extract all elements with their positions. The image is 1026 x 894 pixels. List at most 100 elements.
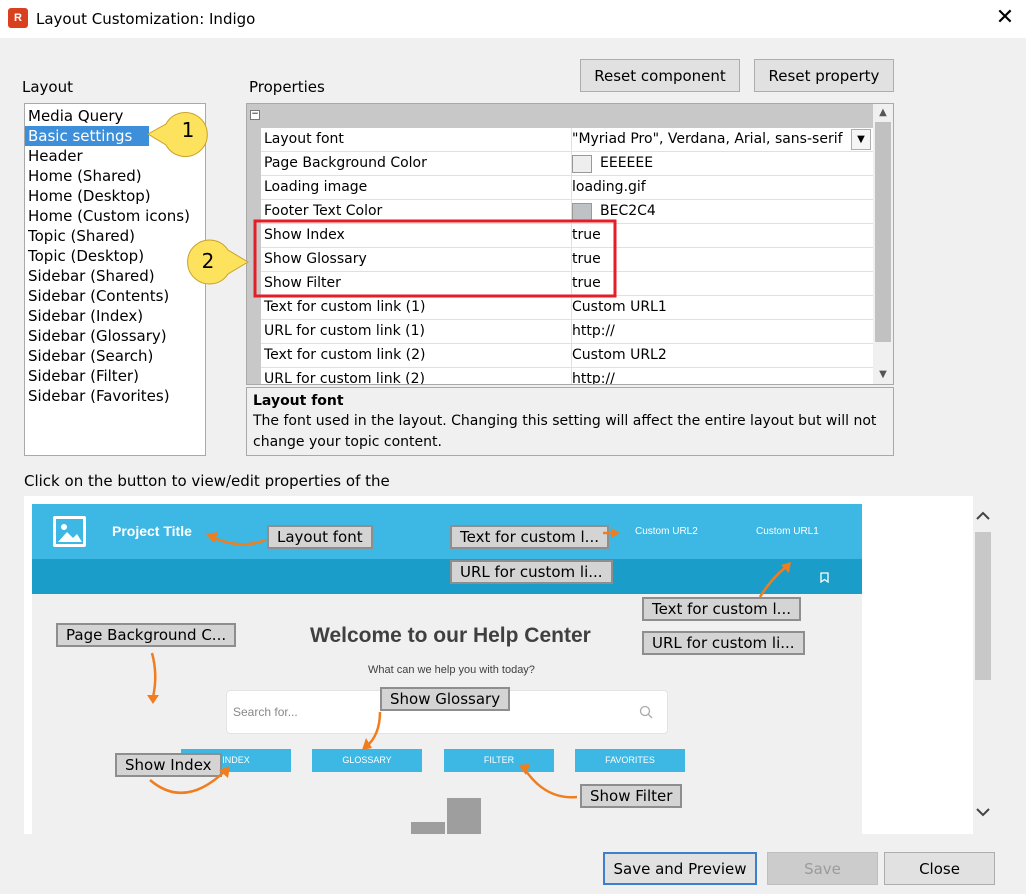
layout-label: Layout (22, 78, 73, 96)
close-icon[interactable]: ✕ (990, 4, 1020, 32)
property-value[interactable]: "Myriad Pro", Verdana, Arial, sans-serif (572, 131, 843, 147)
layout-item-basic-settings[interactable]: Basic settings (25, 126, 149, 146)
property-grid-scrollbar[interactable]: ▲ ▼ (873, 104, 893, 384)
property-row-show-filter[interactable]: Show Filter true (261, 272, 873, 296)
property-row-page-background-color[interactable]: Page Background Color EEEEEE (261, 152, 873, 176)
property-name: Text for custom link (1) (264, 299, 426, 315)
collapse-icon[interactable]: − (250, 110, 260, 120)
property-value[interactable]: EEEEEE (600, 155, 653, 171)
property-row-show-glossary[interactable]: Show Glossary true (261, 248, 873, 272)
layout-item-topic-desktop[interactable]: Topic (Desktop) (25, 246, 205, 266)
layout-item-sidebar-search[interactable]: Sidebar (Search) (25, 346, 205, 366)
save-button[interactable]: Save (767, 852, 878, 885)
tag-show-filter[interactable]: Show Filter (580, 784, 683, 808)
property-name: Show Index (264, 227, 345, 243)
property-value[interactable]: Custom URL1 (572, 299, 667, 315)
property-value[interactable]: http:// (572, 323, 615, 339)
property-value[interactable]: Custom URL2 (572, 347, 667, 363)
property-description: Layout font The font used in the layout.… (246, 387, 894, 456)
preview-hint: Click on the button to view/edit propert… (24, 472, 390, 490)
layout-item-sidebar-filter[interactable]: Sidebar (Filter) (25, 366, 205, 386)
callout-2-label: 2 (201, 249, 215, 273)
property-row-footer-text-color[interactable]: Footer Text Color BEC2C4 (261, 200, 873, 224)
robohelp-icon: R (8, 8, 28, 28)
layout-item-sidebar-contents[interactable]: Sidebar (Contents) (25, 286, 205, 306)
preview-nav-bar (32, 559, 862, 594)
property-name: URL for custom link (2) (264, 371, 425, 385)
property-value[interactable]: BEC2C4 (600, 203, 656, 219)
property-name: Page Background Color (264, 155, 427, 171)
layout-item-sidebar-glossary[interactable]: Sidebar (Glossary) (25, 326, 205, 346)
scroll-down-icon[interactable]: ▼ (873, 366, 893, 384)
preview-welcome-heading: Welcome to our Help Center (310, 624, 591, 647)
property-row-url-custom-link-1[interactable]: URL for custom link (1) http:// (261, 320, 873, 344)
preview-bar-small (411, 822, 445, 834)
scroll-up-icon[interactable]: ▲ (873, 104, 893, 122)
property-row-show-index[interactable]: Show Index true (261, 224, 873, 248)
preview-scroll-thumb[interactable] (975, 532, 991, 680)
save-and-preview-button[interactable]: Save and Preview (603, 852, 757, 885)
preview-custom-url1: Custom URL1 (756, 526, 819, 537)
property-value[interactable]: loading.gif (572, 179, 646, 195)
layout-item-sidebar-shared[interactable]: Sidebar (Shared) (25, 266, 205, 286)
property-row-layout-font[interactable]: Layout font "Myriad Pro", Verdana, Arial… (261, 128, 873, 152)
chevron-down-icon[interactable] (973, 802, 993, 822)
property-row-text-custom-link-2[interactable]: Text for custom link (2) Custom URL2 (261, 344, 873, 368)
property-value[interactable]: true (572, 275, 601, 291)
property-value[interactable]: true (572, 227, 601, 243)
reset-property-button[interactable]: Reset property (754, 59, 894, 92)
layout-list[interactable]: Media Query Basic settings Header Home (… (24, 103, 206, 456)
tag-text-custom-link-right[interactable]: Text for custom l... (642, 597, 801, 621)
property-name: Show Glossary (264, 251, 367, 267)
tag-url-custom-link-top[interactable]: URL for custom li... (450, 560, 613, 584)
tag-text-custom-link-top[interactable]: Text for custom l... (450, 525, 609, 549)
preview-project-title: Project Title (112, 523, 192, 539)
layout-item-topic-shared[interactable]: Topic (Shared) (25, 226, 205, 246)
chevron-up-icon[interactable] (973, 506, 993, 526)
image-icon (53, 516, 86, 547)
property-name: Text for custom link (2) (264, 347, 426, 363)
preview-filter-button: FILTER (444, 749, 554, 772)
tag-page-background-color[interactable]: Page Background C... (56, 623, 237, 647)
property-grid[interactable]: − Layout font "Myriad Pro", Verdana, Ari… (246, 103, 894, 385)
grid-gutter (247, 128, 261, 384)
property-value[interactable]: http:// (572, 371, 615, 384)
preview-search-placeholder: Search for... (233, 705, 298, 719)
chevron-down-icon[interactable]: ▼ (851, 129, 871, 150)
tag-show-glossary[interactable]: Show Glossary (380, 687, 511, 711)
property-row-loading-image[interactable]: Loading image loading.gif (261, 176, 873, 200)
bookmark-icon (820, 571, 829, 584)
properties-label: Properties (249, 78, 325, 96)
property-name: Show Filter (264, 275, 341, 291)
layout-preview[interactable]: Project Title Custom URL2 Custom URL1 We… (24, 496, 973, 834)
grid-category-header: − (247, 104, 873, 128)
tag-layout-font[interactable]: Layout font (267, 525, 373, 549)
property-row-url-custom-link-2[interactable]: URL for custom link (2) http:// (261, 368, 873, 385)
callout-1-label: 1 (181, 118, 195, 142)
close-button[interactable]: Close (884, 852, 995, 885)
preview-scrollbar[interactable] (973, 496, 993, 834)
property-name: Layout font (264, 131, 344, 147)
preview-glossary-button: GLOSSARY (312, 749, 422, 772)
layout-item-header[interactable]: Header (25, 146, 205, 166)
layout-item-sidebar-favorites[interactable]: Sidebar (Favorites) (25, 386, 205, 406)
reset-component-button[interactable]: Reset component (580, 59, 740, 92)
property-name: Loading image (264, 179, 368, 195)
layout-item-home-custom-icons[interactable]: Home (Custom icons) (25, 206, 205, 226)
tag-url-custom-link-right[interactable]: URL for custom li... (642, 631, 805, 655)
color-swatch[interactable] (572, 155, 592, 173)
tag-show-index[interactable]: Show Index (115, 753, 222, 777)
scroll-thumb[interactable] (875, 122, 891, 342)
layout-item-home-shared[interactable]: Home (Shared) (25, 166, 205, 186)
property-name: URL for custom link (1) (264, 323, 425, 339)
layout-item-home-desktop[interactable]: Home (Desktop) (25, 186, 205, 206)
preview-bar-large (447, 798, 481, 834)
property-name: Footer Text Color (264, 203, 383, 219)
window-title: Layout Customization: Indigo (36, 10, 256, 28)
property-value[interactable]: true (572, 251, 601, 267)
property-row-text-custom-link-1[interactable]: Text for custom link (1) Custom URL1 (261, 296, 873, 320)
preview-favorites-button: FAVORITES (575, 749, 685, 772)
color-swatch[interactable] (572, 203, 592, 221)
layout-item-sidebar-index[interactable]: Sidebar (Index) (25, 306, 205, 326)
search-icon (639, 705, 653, 719)
